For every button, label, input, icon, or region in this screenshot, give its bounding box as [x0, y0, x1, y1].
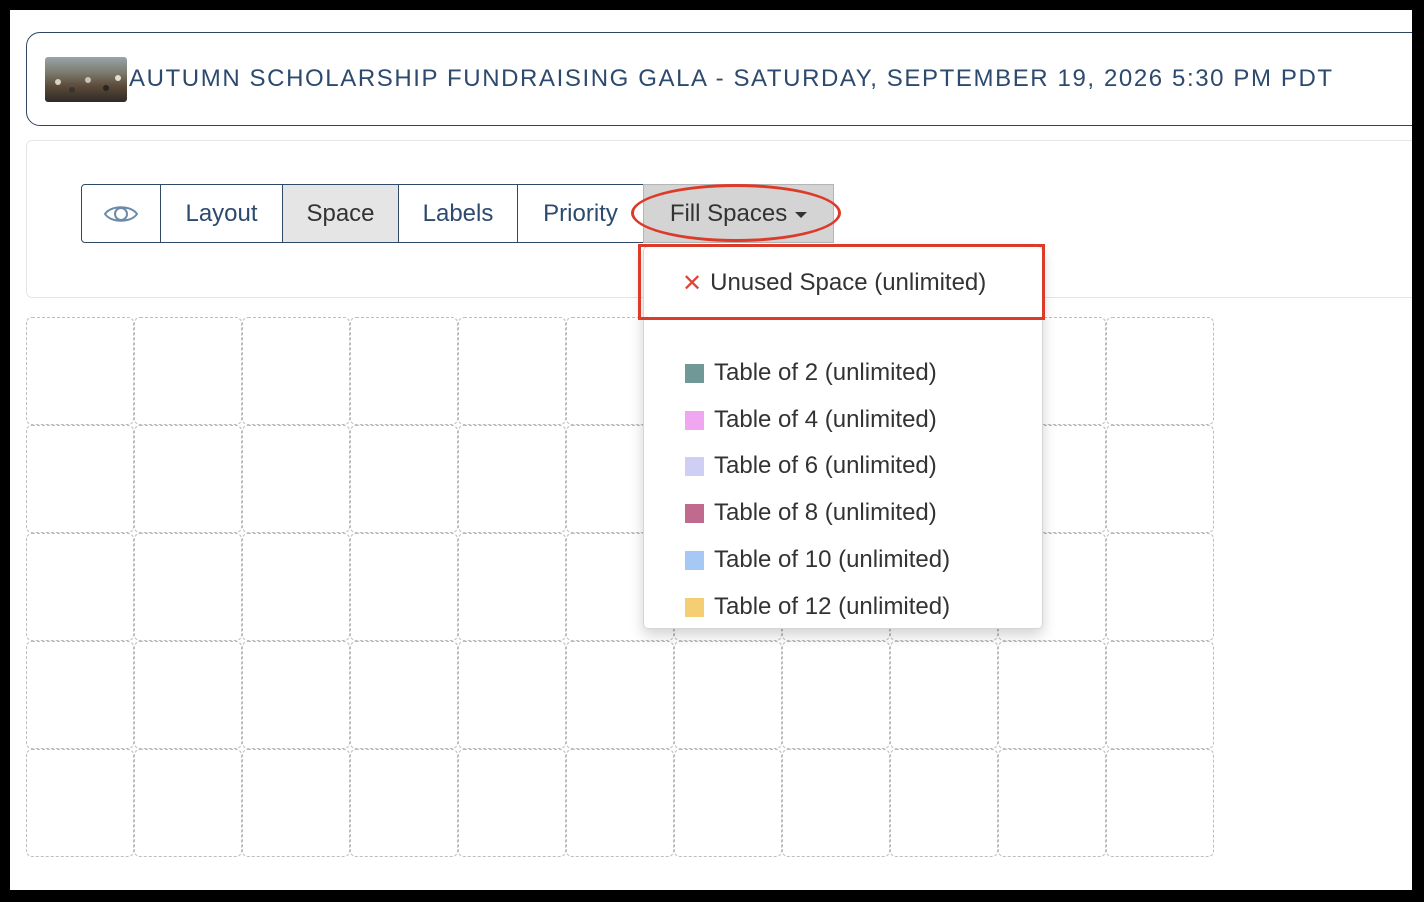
grid-cell[interactable] [1106, 317, 1214, 425]
grid-cell[interactable] [566, 749, 674, 857]
grid-cell[interactable] [350, 533, 458, 641]
grid-cell[interactable] [458, 425, 566, 533]
grid-cell[interactable] [26, 533, 134, 641]
grid-cell[interactable] [674, 641, 782, 749]
grid-cell[interactable] [134, 749, 242, 857]
tab-labels[interactable]: Labels [398, 184, 518, 243]
menu-item-table-4[interactable]: Table of 4 (unlimited) [685, 404, 937, 436]
grid-cell[interactable] [134, 425, 242, 533]
grid-cell[interactable] [134, 533, 242, 641]
fill-spaces-highlight [631, 184, 841, 242]
grid-cell[interactable] [458, 533, 566, 641]
menu-item-label: Table of 6 (unlimited) [714, 452, 937, 479]
grid-cell[interactable] [350, 749, 458, 857]
color-swatch [685, 550, 704, 570]
grid-cell[interactable] [890, 641, 998, 749]
grid-cell[interactable] [26, 317, 134, 425]
event-title: AUTUMN SCHOLARSHIP FUNDRAISING GALA - SA… [129, 65, 1334, 92]
menu-item-table-10[interactable]: Table of 10 (unlimited) [685, 544, 950, 576]
grid-cell[interactable] [242, 533, 350, 641]
grid-cell[interactable] [242, 317, 350, 425]
grid-cell[interactable] [1106, 749, 1214, 857]
menu-item-label: Table of 8 (unlimited) [714, 499, 937, 526]
grid-cell[interactable] [242, 641, 350, 749]
grid-cell[interactable] [782, 749, 890, 857]
grid-cell[interactable] [1106, 533, 1214, 641]
color-swatch [685, 410, 704, 430]
grid-cell[interactable] [26, 749, 134, 857]
grid-cell[interactable] [566, 641, 674, 749]
grid-cell[interactable] [782, 641, 890, 749]
grid-cell[interactable] [26, 425, 134, 533]
grid-cell[interactable] [890, 749, 998, 857]
grid-cell[interactable] [458, 749, 566, 857]
tab-layout[interactable]: Layout [160, 184, 283, 243]
event-header: AUTUMN SCHOLARSHIP FUNDRAISING GALA - SA… [26, 32, 1412, 126]
color-swatch [685, 363, 704, 383]
grid-cell[interactable] [26, 641, 134, 749]
menu-item-label: Table of 2 (unlimited) [714, 359, 937, 386]
menu-item-table-8[interactable]: Table of 8 (unlimited) [685, 497, 937, 529]
grid-cell[interactable] [458, 317, 566, 425]
color-swatch [685, 597, 704, 617]
app-canvas: AUTUMN SCHOLARSHIP FUNDRAISING GALA - SA… [10, 10, 1412, 890]
unused-space-highlight [638, 244, 1045, 320]
grid-cell[interactable] [350, 425, 458, 533]
grid-cell[interactable] [350, 317, 458, 425]
grid-cell[interactable] [998, 641, 1106, 749]
grid-cell[interactable] [350, 641, 458, 749]
grid-cell[interactable] [134, 317, 242, 425]
grid-cell[interactable] [134, 641, 242, 749]
color-swatch [685, 503, 704, 523]
color-swatch [685, 456, 704, 476]
menu-item-label: Table of 10 (unlimited) [714, 546, 951, 573]
menu-item-table-6[interactable]: Table of 6 (unlimited) [685, 450, 937, 482]
menu-item-table-2[interactable]: Table of 2 (unlimited) [685, 357, 937, 389]
grid-cell[interactable] [674, 749, 782, 857]
grid-cell[interactable] [242, 749, 350, 857]
grid-cell[interactable] [242, 425, 350, 533]
tab-space[interactable]: Space [282, 184, 399, 243]
menu-item-table-12[interactable]: Table of 12 (unlimited) [685, 591, 950, 623]
grid-cell[interactable] [1106, 641, 1214, 749]
tab-priority[interactable]: Priority [517, 184, 644, 243]
grid-cell[interactable] [1106, 425, 1214, 533]
view-toggle-button[interactable] [81, 184, 161, 243]
menu-item-label: Table of 12 (unlimited) [714, 593, 951, 620]
grid-cell[interactable] [998, 749, 1106, 857]
menu-item-label: Table of 4 (unlimited) [714, 406, 937, 433]
eye-icon [103, 205, 139, 222]
grid-cell[interactable] [458, 641, 566, 749]
event-thumbnail [45, 57, 127, 102]
